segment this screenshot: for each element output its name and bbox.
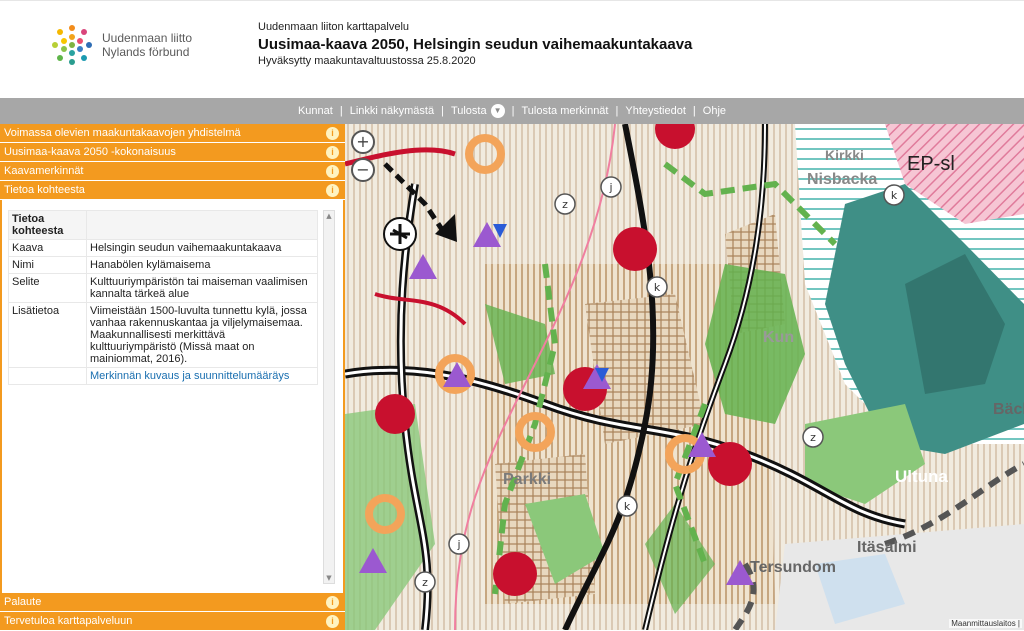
nav-ohje[interactable]: Ohje (696, 105, 733, 117)
info-icon[interactable]: i (326, 165, 339, 178)
logo-text: Uudenmaan liitto Nylands förbund (102, 31, 192, 59)
page-subtitle: Hyväksytty maakuntavaltuustossa 25.8.202… (258, 55, 476, 67)
panel-label: Uusimaa-kaava 2050 -kokonaisuus (4, 146, 176, 158)
map-label-ultuna: Ultuna (895, 467, 948, 486)
row-value: Viimeistään 1500-luvulta tunnettu kylä, … (86, 302, 318, 368)
table-row: Nimi Hanabölen kylämaisema (8, 256, 318, 274)
logo-line-1: Uudenmaan liitto (102, 31, 193, 45)
map-label-ep: EP-sl (907, 153, 955, 175)
row-value: Helsingin seudun vaihemaakuntakaava (86, 239, 318, 257)
row-key: Selite (8, 273, 87, 303)
side-panel: Voimassa olevien maakuntakaavojen yhdist… (0, 124, 345, 631)
map-letter: k (891, 189, 898, 202)
map-letter: k (624, 500, 631, 513)
service-name: Uudenmaan liiton karttapalvelu (258, 21, 410, 33)
panel-label: Voimassa olevien maakuntakaavojen yhdist… (4, 127, 241, 139)
nav-tulosta-label: Tulosta (450, 104, 487, 117)
panel-uusimaa-kaava[interactable]: Uusimaa-kaava 2050 -kokonaisuus i (0, 143, 345, 162)
nav-tulosta-merkinnat[interactable]: Tulosta merkinnät (514, 105, 615, 117)
map-label-back: Bäck (993, 401, 1024, 418)
uudenmaan-liitto-logo[interactable]: Uudenmaan liitto Nylands förbund (46, 19, 206, 71)
row-key: Nimi (8, 256, 87, 274)
zoom-in-button[interactable]: + (351, 130, 375, 154)
scroll-down-icon[interactable]: ▼ (324, 573, 334, 583)
table-row: Merkinnän kuvaus ja suunnittelumääräys (8, 367, 318, 385)
nav-yhteystiedot[interactable]: Yhteystiedot (618, 105, 693, 117)
row-value: Hanabölen kylämaisema (86, 256, 318, 274)
logo-mark-icon (52, 25, 92, 65)
panel-label: Tervetuloa karttapalveluun (4, 615, 133, 627)
panel-scrollbar[interactable]: ▲ ▼ (323, 210, 335, 584)
map-label-parkki: Parkki (503, 471, 551, 488)
zoom-controls: + − (351, 130, 395, 190)
info-icon[interactable]: i (326, 596, 339, 609)
map-letter: j (456, 538, 460, 551)
row-key: Kaava (8, 239, 87, 257)
header-text: Uudenmaan liiton karttapalvelu Uusimaa-k… (258, 21, 692, 67)
feature-info-table: Tietoa kohteesta Kaava Helsingin seudun v… (8, 210, 318, 385)
scroll-up-icon[interactable]: ▲ (324, 211, 334, 221)
table-row: Lisätietoa Viimeistään 1500-luvulta tunne… (8, 302, 318, 368)
logo-line-2: Nylands förbund (102, 45, 190, 59)
panel-tervetuloa[interactable]: Tervetuloa karttapalveluun i (0, 612, 345, 631)
page-title: Uusimaa-kaava 2050, Helsingin seudun vai… (258, 36, 693, 53)
nav-kunnat[interactable]: Kunnat (291, 105, 340, 117)
map-letter: k (654, 281, 661, 294)
nav-tulosta[interactable]: Tulosta ▼ (444, 104, 512, 118)
info-icon[interactable]: i (326, 146, 339, 159)
row-key-empty (8, 367, 87, 385)
map-label-kun: Kun (763, 329, 794, 346)
map-letter: j (608, 181, 612, 194)
top-navigation: Kunnat | Linkki näkymästä | Tulosta ▼ | T… (0, 98, 1024, 124)
map-label-kirkki: Kirkki (825, 147, 864, 163)
map-letter: z (422, 576, 428, 589)
chevron-down-icon[interactable]: ▼ (490, 104, 505, 118)
row-value: Kulttuuriympäristön tai maiseman vaalimi… (86, 273, 318, 303)
panel-label: Tietoa kohteesta (4, 184, 85, 196)
map-letter: z (562, 198, 568, 211)
map-view[interactable]: z j k z k j z k EP-sl Nisbacka Kirkki Ul… (345, 124, 1024, 630)
info-icon[interactable]: i (326, 615, 339, 628)
panel-voimassa[interactable]: Voimassa olevien maakuntakaavojen yhdist… (0, 124, 345, 143)
description-link[interactable]: Merkinnän kuvaus ja suunnittelumääräys (90, 370, 289, 382)
map-label-itasalmi: Itäsalmi (857, 539, 917, 556)
nav-linkki[interactable]: Linkki näkymästä (343, 105, 441, 117)
info-icon[interactable]: i (326, 127, 339, 140)
app-header: Uudenmaan liitto Nylands förbund Uudenma… (0, 0, 1024, 98)
panel-kaavamerkinnat[interactable]: Kaavamerkinnät i (0, 162, 345, 181)
panel-palaute[interactable]: Palaute i (0, 593, 345, 612)
table-header-empty (86, 210, 318, 240)
map-canvas[interactable]: z j k z k j z k EP-sl Nisbacka Kirkki Ul… (345, 124, 1024, 630)
panel-tietoa-kohteesta[interactable]: Tietoa kohteesta i (0, 181, 345, 200)
row-key: Lisätietoa (8, 302, 87, 368)
panel-label: Palaute (4, 596, 42, 608)
table-row: Kaava Helsingin seudun vaihemaakuntakaava (8, 239, 318, 257)
panel-label: Kaavamerkinnät (4, 165, 84, 177)
feature-info-content: Tietoa kohteesta Kaava Helsingin seudun v… (0, 200, 345, 593)
map-attribution: Maanmittauslaitos | (949, 619, 1022, 628)
map-letter: z (810, 431, 816, 444)
row-link-cell: Merkinnän kuvaus ja suunnittelumääräys (86, 367, 318, 385)
map-label-tersundom: Tersundom (750, 559, 836, 576)
zoom-out-button[interactable]: − (351, 158, 375, 182)
info-icon[interactable]: i (326, 184, 339, 197)
table-header: Tietoa kohteesta (8, 210, 87, 240)
map-label-nisbacka: Nisbacka (807, 171, 877, 188)
table-row: Selite Kulttuuriympäristön tai maiseman v… (8, 273, 318, 303)
